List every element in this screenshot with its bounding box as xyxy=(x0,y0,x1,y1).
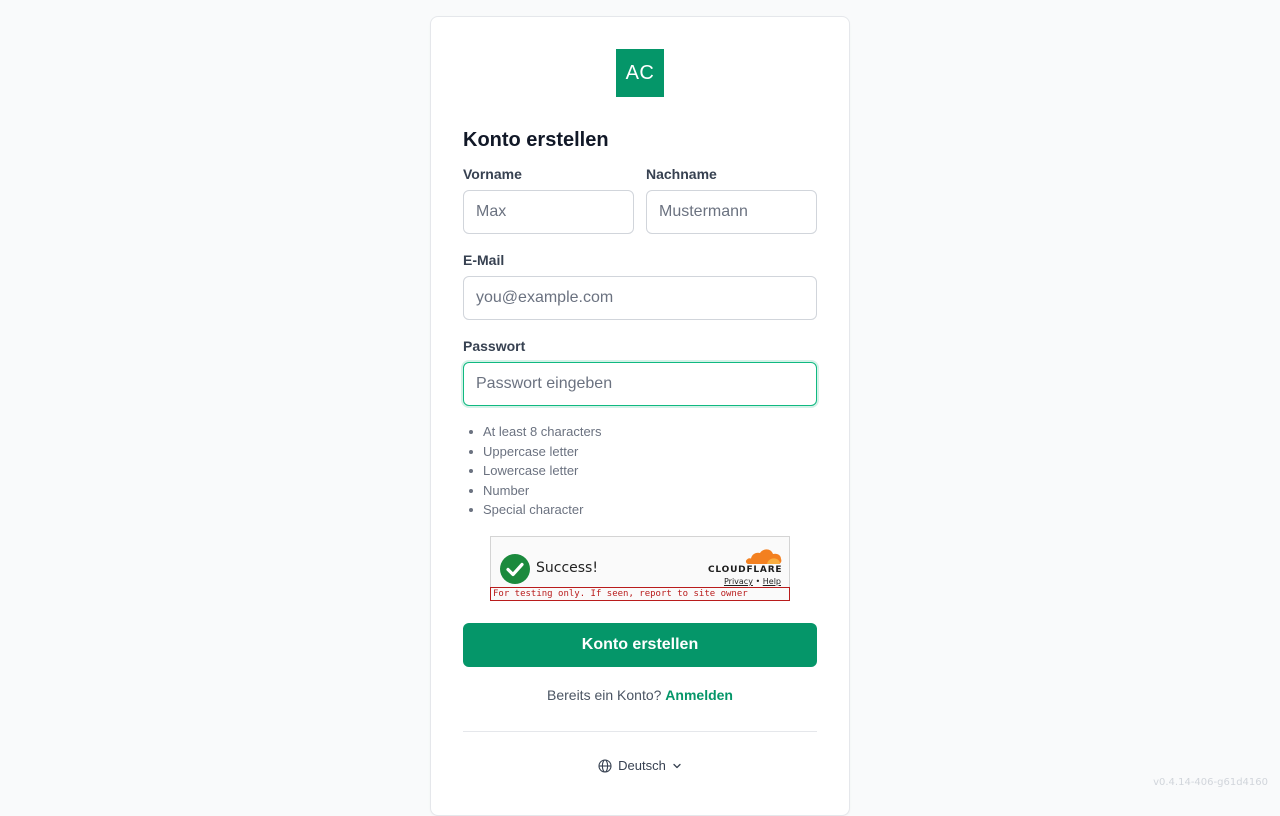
captcha-help-link[interactable]: Help xyxy=(763,577,781,586)
page-title: Konto erstellen xyxy=(463,129,609,151)
password-rule: Special character xyxy=(463,500,602,520)
password-label: Passwort xyxy=(463,338,526,354)
create-account-button[interactable]: Konto erstellen xyxy=(463,623,817,667)
last-name-label: Nachname xyxy=(646,166,717,182)
first-name-label: Vorname xyxy=(463,166,522,182)
signin-prompt: Bereits ein Konto? Anmelden xyxy=(431,687,849,703)
captcha-links: Privacy • Help xyxy=(724,577,781,586)
captcha-link-separator: • xyxy=(755,577,761,586)
captcha-testing-notice: For testing only. If seen, report to sit… xyxy=(490,587,790,601)
password-rule: Lowercase letter xyxy=(463,461,602,481)
check-circle-icon xyxy=(500,554,530,584)
email-label: E-Mail xyxy=(463,252,505,268)
chevron-down-icon xyxy=(673,763,681,768)
captcha-status: Success! xyxy=(536,560,598,576)
password-rule: Number xyxy=(463,481,602,501)
language-selector[interactable]: Deutsch xyxy=(431,758,849,776)
first-name-input[interactable] xyxy=(463,190,634,234)
password-input[interactable] xyxy=(463,362,817,406)
email-input[interactable] xyxy=(463,276,817,320)
cloudflare-brand: CLOUDFLARE xyxy=(708,565,783,575)
password-requirements: At least 8 characters Uppercase letter L… xyxy=(463,422,602,520)
cloudflare-cloud-icon xyxy=(745,549,782,564)
divider xyxy=(463,731,817,732)
language-selected: Deutsch xyxy=(618,758,666,773)
signup-card: AC Konto erstellen Vorname Nachname E-Ma… xyxy=(430,16,850,816)
password-rule: At least 8 characters xyxy=(463,422,602,442)
app-logo: AC xyxy=(616,49,664,97)
password-rule: Uppercase letter xyxy=(463,442,602,462)
captcha-privacy-link[interactable]: Privacy xyxy=(724,577,753,586)
signin-prompt-text: Bereits ein Konto? xyxy=(547,687,662,703)
globe-icon xyxy=(598,758,612,773)
last-name-input[interactable] xyxy=(646,190,817,234)
signin-link[interactable]: Anmelden xyxy=(665,687,733,703)
version-label: v0.4.14-406-g61d4160 xyxy=(1153,777,1268,788)
